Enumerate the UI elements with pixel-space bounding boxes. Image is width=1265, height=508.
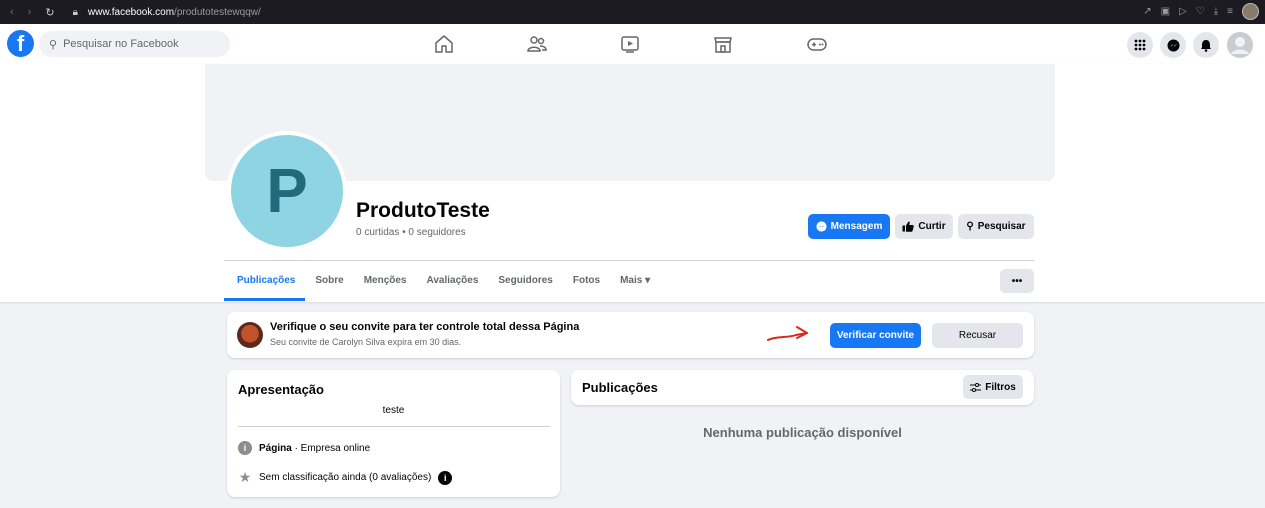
more-options-button[interactable]: ••• [1000,269,1034,293]
sliders-icon [970,382,982,392]
thumbs-up-icon [902,221,915,232]
search-placeholder: Pesquisar no Facebook [63,38,179,50]
invite-subtitle: Seu convite de Carolyn Silva expira em 3… [270,337,462,347]
verify-invite-button[interactable]: Verificar convite [830,323,921,348]
red-arrow-annotation [767,326,808,341]
download-icon[interactable]: ⤓ [1214,6,1218,17]
forward-icon[interactable]: › [28,6,32,19]
bell-icon [1201,39,1211,52]
tab-mais[interactable]: Mais ▾ [610,271,660,301]
rating-row: ★ Sem classificação ainda (0 avaliações)… [238,469,453,486]
browser-toolbar: ‹ › ↻ 🔒︎ www.facebook.com/produtotestewq… [0,0,1265,24]
tab-seguidores[interactable]: Seguidores [488,271,562,301]
intro-bio: teste [382,405,405,416]
intro-title: Apresentação [238,382,324,397]
page-category-label: Página [259,442,292,454]
camera-icon[interactable]: ▣ [1161,6,1170,17]
browser-extensions: ↗ ▣ ▷ ♡ ⤓ ≡ [1143,3,1259,20]
page-category: Página · Empresa online [259,443,370,454]
star-icon: ★ [238,469,252,485]
home-icon[interactable] [433,33,455,55]
marketplace-icon[interactable] [712,33,734,55]
like-button-label: Curtir [918,221,946,232]
lock-icon: 🔒︎ [72,6,78,18]
tab-fotos[interactable]: Fotos [563,271,610,301]
url-path: /produtotestewqqw/ [174,6,261,18]
empty-posts-message: Nenhuma publicação disponível [703,425,902,440]
messenger-bubble-icon [1167,39,1179,51]
page-stats: 0 curtidas • 0 seguidores [356,227,466,238]
search-icon: ⚲︎ [49,38,58,51]
posts-header-card: Publicações Filtros [571,370,1034,405]
page-search-button[interactable]: ⚲︎ Pesquisar [958,214,1034,239]
notifications-icon[interactable] [1193,32,1219,58]
intro-divider [238,426,550,427]
filters-button[interactable]: Filtros [963,375,1023,399]
search-icon: ⚲︎ [966,221,974,232]
profile-picture[interactable]: P [227,131,347,251]
back-icon[interactable]: ‹ [10,6,14,19]
page-tabs: Publicações Sobre Menções Avaliações Seg… [224,271,660,301]
tab-avaliacoes[interactable]: Avaliações [417,271,489,301]
rating-info-icon[interactable]: i [438,470,453,485]
grid-dots-icon [1134,39,1146,51]
invite-banner: Verifique o seu convite para ter control… [227,312,1034,358]
filters-button-label: Filtros [985,381,1016,393]
page-category-row: i Página · Empresa online [238,441,370,455]
friends-icon[interactable] [526,33,548,55]
watch-icon[interactable] [619,33,641,55]
posts-title: Publicações [582,380,658,395]
message-button[interactable]: Mensagem [808,214,890,239]
menu-grid-icon[interactable] [1127,32,1153,58]
browser-profile-avatar[interactable] [1242,3,1259,20]
page-search-button-label: Pesquisar [977,221,1026,232]
tab-mencoes[interactable]: Menções [354,271,417,301]
info-icon: i [238,441,252,455]
menu-icon[interactable]: ≡ [1227,6,1233,17]
gaming-icon[interactable] [806,33,828,55]
invite-title: Verifique o seu convite para ter control… [270,321,580,333]
address-bar[interactable]: www.facebook.com/produtotestewqqw/ [88,7,261,18]
account-avatar[interactable] [1227,32,1253,58]
page-title: ProdutoTeste [356,199,490,222]
share-icon[interactable]: ↗ [1143,6,1151,17]
inviter-avatar [237,322,263,348]
play-icon[interactable]: ▷ [1179,6,1187,17]
messenger-icon [816,221,827,232]
message-button-label: Mensagem [830,221,883,232]
tab-sobre[interactable]: Sobre [305,271,353,301]
intro-card: Apresentação teste i Página · Empresa on… [227,370,560,497]
rating-text: Sem classificação ainda (0 avaliações) [259,472,432,483]
decline-invite-button[interactable]: Recusar [932,323,1023,348]
browser-nav: ‹ › ↻ [0,6,55,19]
default-avatar-icon [1227,32,1253,58]
heart-icon[interactable]: ♡ [1196,6,1205,17]
tab-publicacoes[interactable]: Publicações [224,271,306,301]
search-input[interactable]: ⚲︎ Pesquisar no Facebook [39,31,230,57]
page-category-value: · Empresa online [291,442,371,454]
like-button[interactable]: Curtir [895,214,953,239]
page-header: P ProdutoTeste 0 curtidas • 0 seguidores… [0,64,1265,302]
header-divider [224,260,1034,261]
messenger-icon[interactable] [1160,32,1186,58]
reload-icon[interactable]: ↻ [45,6,54,19]
facebook-header: f ⚲︎ Pesquisar no Facebook [0,24,1265,64]
facebook-logo[interactable]: f [7,30,34,57]
url-domain: www.facebook.com [87,6,175,18]
